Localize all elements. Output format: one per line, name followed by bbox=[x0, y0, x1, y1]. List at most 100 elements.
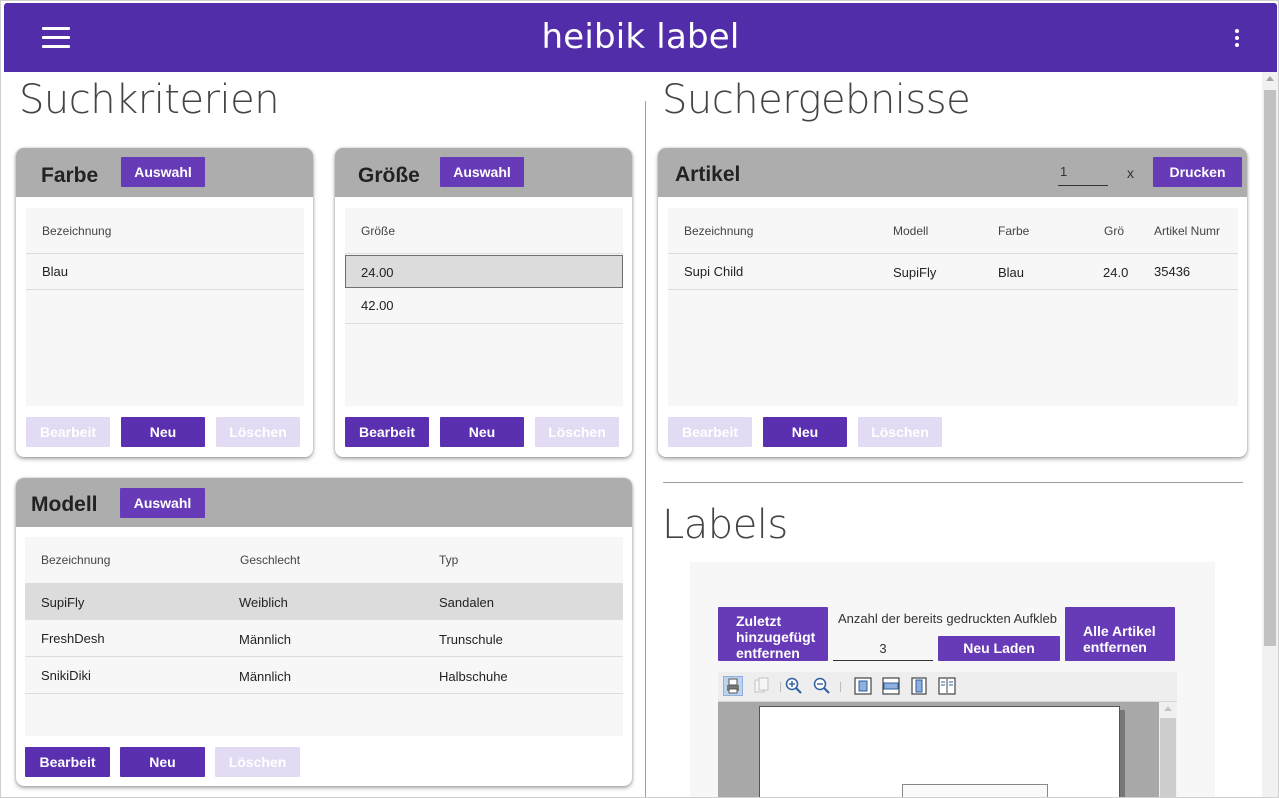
column-header: Geschlecht bbox=[240, 553, 301, 567]
print-quantity-input[interactable] bbox=[1058, 158, 1108, 186]
scroll-thumb[interactable] bbox=[1264, 90, 1276, 646]
modell-table: Bezeichnung Geschlecht Typ SupiFly Weibl… bbox=[25, 537, 623, 736]
table-row[interactable]: SnikiDiki Männlich Halbschuhe bbox=[25, 658, 623, 694]
artikel-card: Artikel x Drucken Bezeichnung Modell Far… bbox=[658, 148, 1247, 457]
cell-bezeichnung: SnikiDiki bbox=[41, 668, 91, 683]
header-divider bbox=[345, 253, 623, 254]
pdf-toolbar bbox=[718, 672, 1177, 702]
cell-typ: Trunschule bbox=[439, 632, 503, 647]
app-bar: heibik label bbox=[4, 3, 1277, 72]
cell-bezeichnung: FreshDesh bbox=[41, 631, 105, 646]
groesse-card-header: Größe Auswahl bbox=[335, 148, 632, 197]
column-header: Farbe bbox=[998, 224, 1030, 238]
cell-bezeichnung: SupiFly bbox=[41, 595, 85, 610]
printed-count-label: Anzahl der bereits gedruckten Aufkleb bbox=[838, 611, 1057, 626]
groesse-card: Größe Auswahl Größe 24.00 42.00 Bearbeit… bbox=[335, 148, 632, 457]
modell-delete-button[interactable]: Löschen bbox=[215, 747, 300, 777]
artikel-table: Bezeichnung Modell Farbe Grö Artikel Num… bbox=[668, 208, 1238, 406]
toolbar-separator bbox=[780, 682, 781, 692]
remove-last-added-button[interactable]: Zuletzt hinzugefügt entfernen bbox=[718, 607, 828, 661]
table-row[interactable]: 42.00 bbox=[345, 288, 623, 324]
artikel-card-header: Artikel x Drucken bbox=[658, 148, 1247, 197]
modell-auswahl-button[interactable]: Auswahl bbox=[120, 488, 205, 518]
search-results-heading: Suchergebnisse bbox=[662, 77, 971, 123]
pdf-scrollbar[interactable] bbox=[1159, 702, 1177, 797]
column-header: Bezeichnung bbox=[42, 224, 112, 238]
artikel-title: Artikel bbox=[675, 163, 741, 186]
table-row[interactable]: Blau bbox=[26, 254, 304, 290]
groesse-title: Größe bbox=[358, 164, 420, 187]
label-preview-box bbox=[902, 784, 1048, 797]
search-criteria-heading: Suchkriterien bbox=[19, 77, 280, 123]
farbe-card: Farbe Auswahl Bezeichnung Blau Bearbeit … bbox=[16, 148, 313, 457]
pdf-scroll-thumb[interactable] bbox=[1160, 718, 1176, 797]
farbe-card-header: Farbe Auswahl bbox=[16, 148, 313, 197]
single-page-icon[interactable] bbox=[909, 676, 929, 696]
cell-bezeichnung: Supi Child bbox=[684, 264, 744, 279]
toolbar-separator bbox=[840, 682, 841, 692]
reload-button[interactable]: Neu Laden bbox=[938, 636, 1060, 661]
cell-geschlecht: Männlich bbox=[239, 669, 292, 684]
modell-card-header: Modell Auswahl bbox=[16, 478, 632, 527]
copy-icon[interactable] bbox=[752, 676, 772, 696]
zoom-out-icon[interactable] bbox=[812, 676, 832, 696]
artikel-new-button[interactable]: Neu bbox=[763, 417, 847, 447]
cell-geschlecht: Weiblich bbox=[239, 595, 288, 610]
section-divider bbox=[663, 482, 1243, 483]
printed-count-input[interactable] bbox=[833, 636, 933, 661]
table-row[interactable]: Supi Child SupiFly Blau 24.0 35436 bbox=[668, 254, 1238, 290]
modell-edit-button[interactable]: Bearbeit bbox=[25, 747, 110, 777]
two-page-icon[interactable] bbox=[937, 676, 957, 696]
app-window: heibik label Suchkriterien Suchergebniss… bbox=[0, 0, 1279, 798]
groesse-new-button[interactable]: Neu bbox=[440, 417, 524, 447]
cell-geschlecht: Männlich bbox=[239, 632, 292, 647]
column-header: Grö bbox=[1104, 224, 1125, 238]
column-divider bbox=[645, 101, 646, 797]
page-scrollbar[interactable] bbox=[1262, 72, 1278, 797]
groesse-edit-button[interactable]: Bearbeit bbox=[345, 417, 429, 447]
fit-width-icon[interactable] bbox=[881, 676, 901, 696]
table-row-selected[interactable]: SupiFly Weiblich Sandalen bbox=[25, 584, 623, 620]
more-options-icon[interactable] bbox=[1231, 29, 1243, 51]
column-header: Modell bbox=[893, 224, 929, 238]
modell-title: Modell bbox=[31, 493, 98, 516]
groesse-auswahl-button[interactable]: Auswahl bbox=[440, 157, 524, 187]
artikel-delete-button[interactable]: Löschen bbox=[858, 417, 942, 447]
page-shadow bbox=[1120, 710, 1125, 797]
cell-farbe: Blau bbox=[998, 265, 1025, 280]
scroll-up-arrow-icon[interactable] bbox=[1266, 76, 1274, 81]
farbe-auswahl-button[interactable]: Auswahl bbox=[121, 157, 205, 187]
farbe-new-button[interactable]: Neu bbox=[121, 417, 205, 447]
fit-page-icon[interactable] bbox=[853, 676, 873, 696]
zoom-in-icon[interactable] bbox=[784, 676, 804, 696]
cell-artikel-nummer: 35436 bbox=[1154, 264, 1191, 279]
cell-typ: Halbschuhe bbox=[439, 669, 508, 684]
remove-all-articles-button[interactable]: Alle Artikel entfernen bbox=[1065, 607, 1175, 661]
column-header: Artikel Numr bbox=[1154, 224, 1221, 238]
app-title: heibik label bbox=[541, 17, 740, 57]
farbe-delete-button[interactable]: Löschen bbox=[216, 417, 300, 447]
print-icon[interactable] bbox=[723, 676, 743, 696]
groesse-table: Größe 24.00 42.00 bbox=[345, 208, 623, 406]
pdf-viewer[interactable] bbox=[718, 702, 1177, 797]
labels-heading: Labels bbox=[662, 502, 788, 548]
groesse-delete-button[interactable]: Löschen bbox=[535, 417, 619, 447]
farbe-table: Bezeichnung Blau bbox=[26, 208, 304, 406]
scroll-up-arrow-icon[interactable] bbox=[1164, 706, 1172, 711]
column-header: Bezeichnung bbox=[41, 553, 111, 567]
table-row[interactable]: FreshDesh Männlich Trunschule bbox=[25, 621, 623, 657]
labels-panel: Zuletzt hinzugefügt entfernen Anzahl der… bbox=[690, 562, 1215, 797]
farbe-edit-button[interactable]: Bearbeit bbox=[26, 417, 110, 447]
table-row-selected[interactable]: 24.00 bbox=[345, 255, 623, 288]
cell-groesse: 24.0 bbox=[1103, 265, 1129, 280]
column-header: Bezeichnung bbox=[684, 224, 754, 238]
modell-card: Modell Auswahl Bezeichnung Geschlecht Ty… bbox=[16, 478, 632, 786]
modell-new-button[interactable]: Neu bbox=[120, 747, 205, 777]
cell-typ: Sandalen bbox=[439, 595, 494, 610]
column-header: Größe bbox=[361, 224, 396, 238]
print-button[interactable]: Drucken bbox=[1153, 157, 1242, 187]
times-label: x bbox=[1127, 165, 1134, 181]
cell-bezeichnung: Blau bbox=[42, 264, 69, 279]
cell-groesse: 42.00 bbox=[361, 298, 394, 313]
artikel-edit-button[interactable]: Bearbeit bbox=[668, 417, 752, 447]
